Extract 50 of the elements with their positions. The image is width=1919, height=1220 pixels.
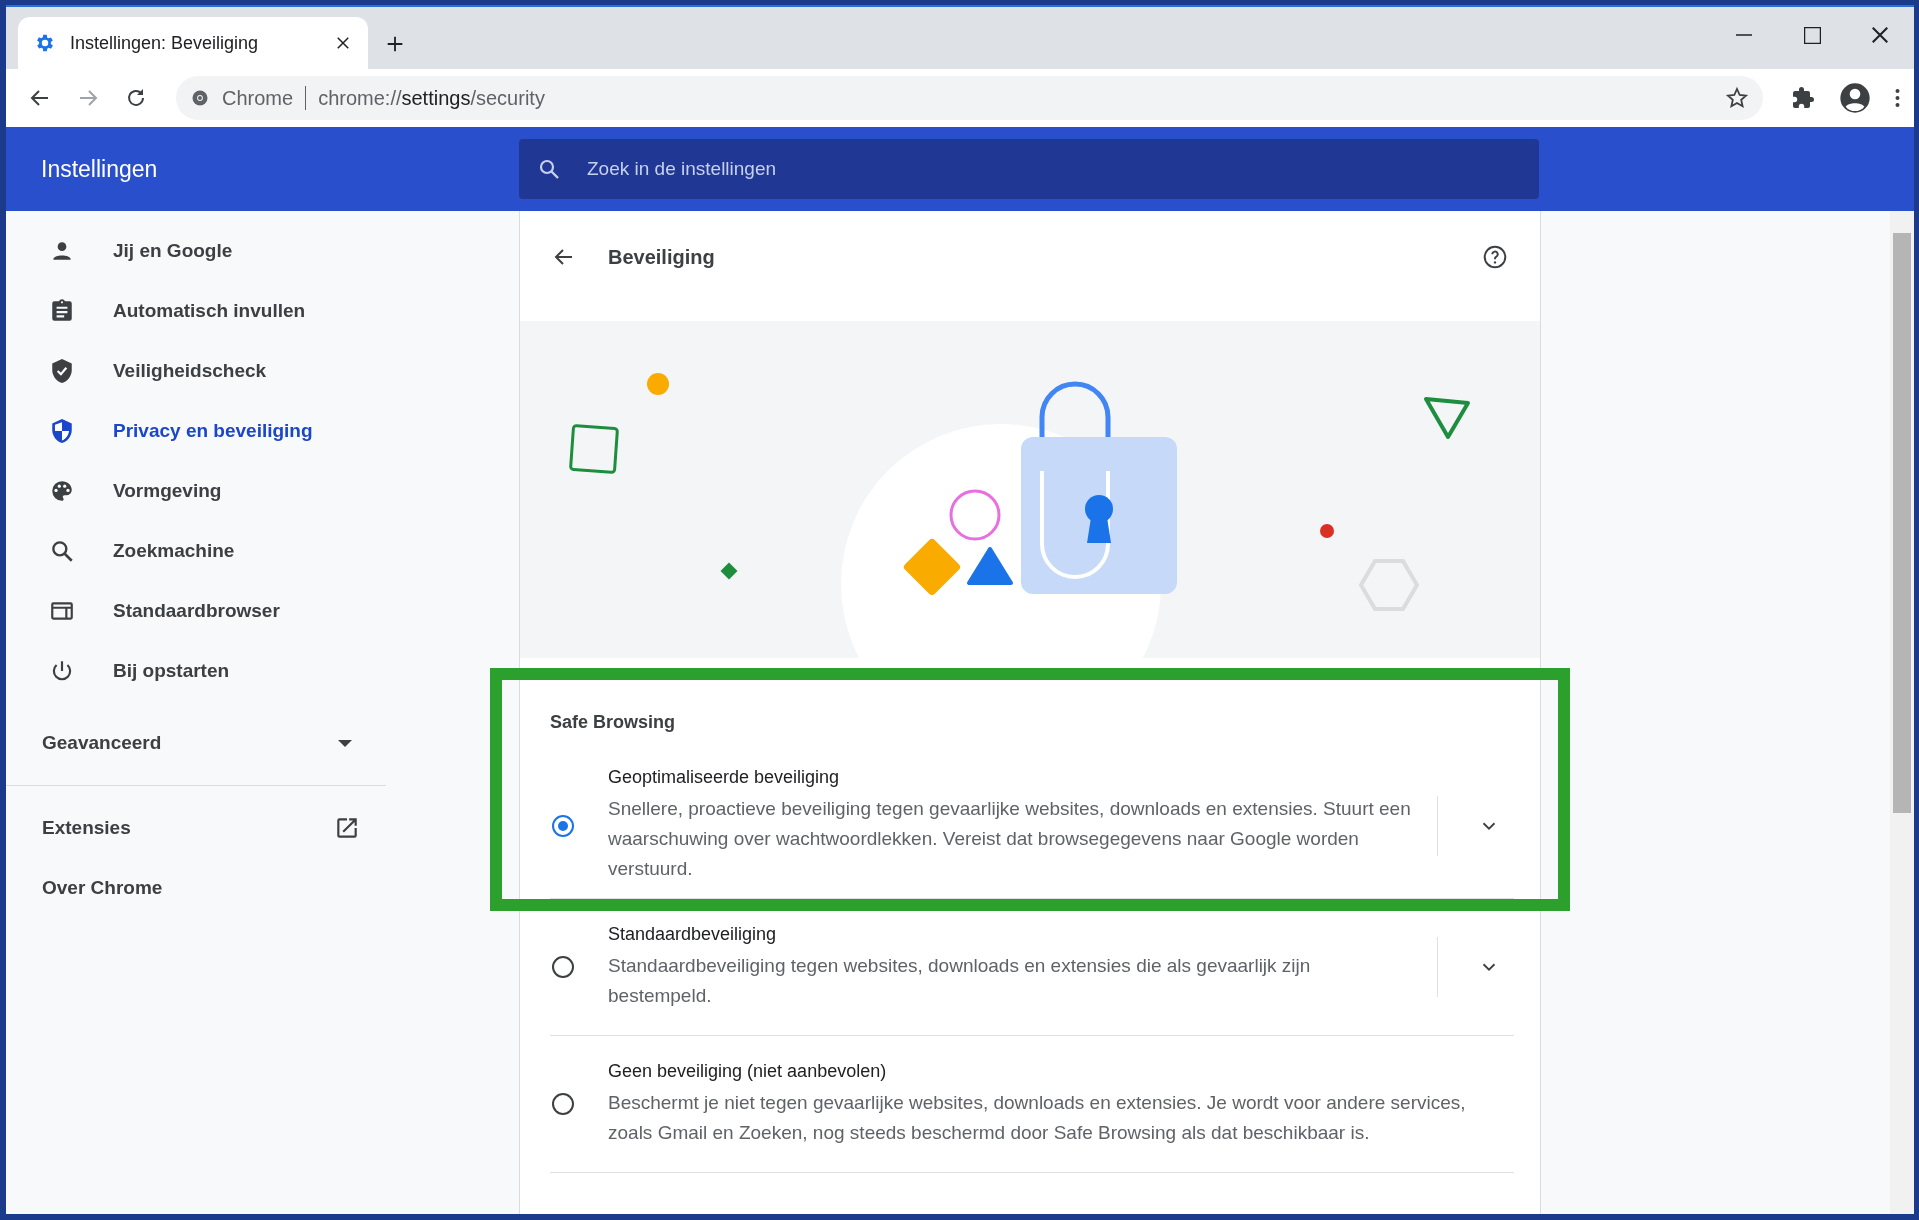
radio-button[interactable] xyxy=(552,1093,574,1115)
advanced-section-toggle[interactable]: Geavanceerd xyxy=(6,713,386,773)
close-icon[interactable] xyxy=(334,34,352,52)
option-description: Snellere, proactieve beveiliging tegen gevaarlijke websites, downloads en extensies. Stuurt een waarschuwing over wachtwoordlekken. Vereist dat browsegegevens naar Google worden verstuurd. xyxy=(608,797,1412,881)
star-icon[interactable] xyxy=(1725,86,1749,110)
radio-button[interactable] xyxy=(552,814,574,837)
gear-icon xyxy=(34,32,56,54)
option-description: Standaardbeveiliging tegen websites, downloads en extensies die als gevaarlijk zijn bestempeld. xyxy=(608,953,1312,1008)
puzzle-icon xyxy=(1791,86,1815,110)
sidebar-item[interactable]: Standaardbrowser xyxy=(6,581,386,641)
radio-button[interactable] xyxy=(552,956,574,978)
maximize-icon xyxy=(1803,26,1821,44)
settings-title: Instellingen xyxy=(40,155,159,183)
section-heading: Safe Browsing xyxy=(550,712,677,733)
search-field[interactable]: Zoek in de instellingen xyxy=(519,139,1539,199)
shield-check-icon xyxy=(49,358,75,384)
account-icon xyxy=(1839,82,1871,114)
sidebar-item[interactable]: Privacy en beveiliging xyxy=(6,401,386,461)
chrome-logo-icon xyxy=(190,88,210,108)
shield-icon xyxy=(49,418,75,444)
option-description: Beschermt je niet tegen gevaarlijke websites, downloads en extensies. Je wordt voor andere services, zoals Gmail en Zoeken, nog steeds beschermd door Safe Browsing als dat beschikbaar is. xyxy=(608,1090,1467,1145)
sidebar-item[interactable]: Automatisch invullen xyxy=(6,281,386,341)
sidebar-link[interactable]: Over Chrome xyxy=(6,858,386,918)
sidebar-item[interactable]: Zoekmachine xyxy=(6,521,386,581)
search-icon xyxy=(49,538,75,564)
menu-icon xyxy=(1895,87,1900,109)
minimize-icon xyxy=(1736,34,1752,36)
url-text: chrome://settings/security xyxy=(318,86,545,110)
address-bar[interactable]: Chrome chrome://settings/security xyxy=(176,76,1763,120)
search-icon xyxy=(537,157,561,181)
sidebar-item[interactable]: Veiligheidscheck xyxy=(6,341,386,401)
sidebar-item[interactable]: Jij en Google xyxy=(6,221,386,281)
caret-icon xyxy=(338,739,352,747)
clipboard-icon xyxy=(49,298,75,324)
option-title: Standaardbeveiliging xyxy=(608,923,778,945)
scrollbar[interactable] xyxy=(1890,211,1914,1214)
sidebar-item[interactable]: Vormgeving xyxy=(6,461,386,521)
tab-title: Instellingen: Beveiliging xyxy=(70,32,260,54)
help-icon xyxy=(1482,244,1508,270)
close-icon xyxy=(1872,27,1888,43)
sidebar-item[interactable]: Bij opstarten xyxy=(6,641,386,701)
site-label: Chrome xyxy=(222,86,294,110)
palette-icon xyxy=(49,478,75,504)
page-title: Beveiliging xyxy=(608,245,715,269)
radio-option[interactable]: Standaardbeveiliging Standaardbeveiliging tegen websites, downloads en extensies die als gevaarlijk zijn bestempeld. xyxy=(550,899,1514,1036)
option-title: Geen beveiliging (niet aanbevolen) xyxy=(608,1060,888,1082)
option-title: Geoptimaliseerde beveiliging xyxy=(608,767,841,788)
browser-tab[interactable]: Instellingen: Beveiliging xyxy=(18,17,368,69)
external-link-icon xyxy=(334,815,360,841)
sidebar-link[interactable]: Extensies xyxy=(6,798,386,858)
